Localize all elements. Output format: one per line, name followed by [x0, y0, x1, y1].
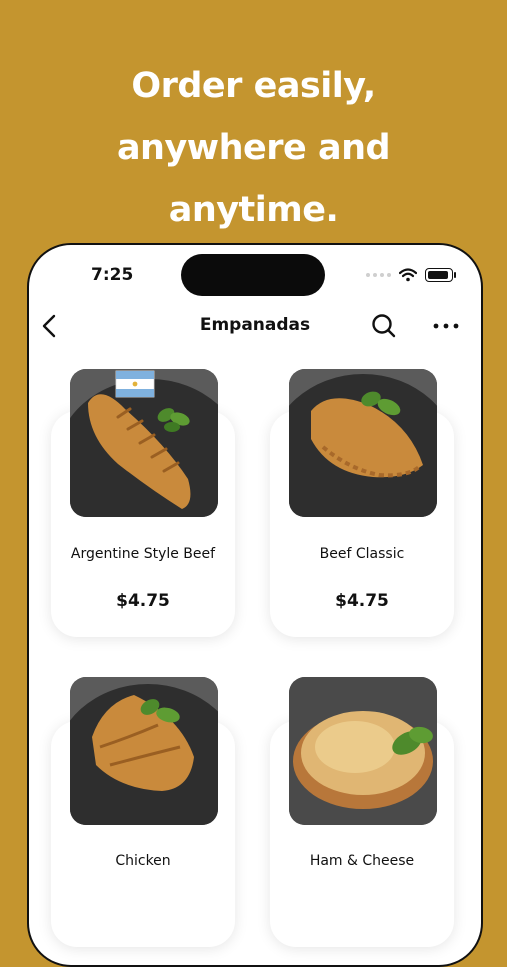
- product-price: $4.75: [116, 591, 170, 611]
- product-image[interactable]: [289, 369, 437, 517]
- product-name: Chicken: [115, 853, 171, 869]
- status-time: 7:25: [91, 265, 134, 285]
- product-image[interactable]: [70, 677, 218, 825]
- headline-line-1: Order easily,: [131, 66, 376, 106]
- product-image[interactable]: [289, 677, 437, 825]
- status-icons: [366, 265, 456, 285]
- page-title: Empanadas: [199, 315, 311, 335]
- phone-frame: 7:25 Empanadas Argentine Style Beef $4.7…: [27, 243, 483, 967]
- product-name: Argentine Style Beef: [70, 546, 216, 562]
- headline-line-3: anytime.: [168, 190, 339, 230]
- product-image[interactable]: [70, 369, 218, 517]
- battery-icon: [425, 268, 456, 282]
- product-price: $4.75: [335, 591, 389, 611]
- promo-headline: Order easily, anywhere and anytime.: [0, 55, 507, 241]
- search-icon[interactable]: [369, 311, 399, 341]
- wifi-icon: [399, 268, 417, 282]
- product-name: Ham & Cheese: [309, 853, 415, 869]
- product-name: Beef Classic: [319, 546, 405, 562]
- cellular-signal-icon: [366, 273, 391, 277]
- headline-line-2: anywhere and: [116, 128, 391, 168]
- navigation-bar: Empanadas: [29, 309, 481, 345]
- dynamic-island: [181, 254, 325, 296]
- more-options-icon[interactable]: [429, 311, 463, 341]
